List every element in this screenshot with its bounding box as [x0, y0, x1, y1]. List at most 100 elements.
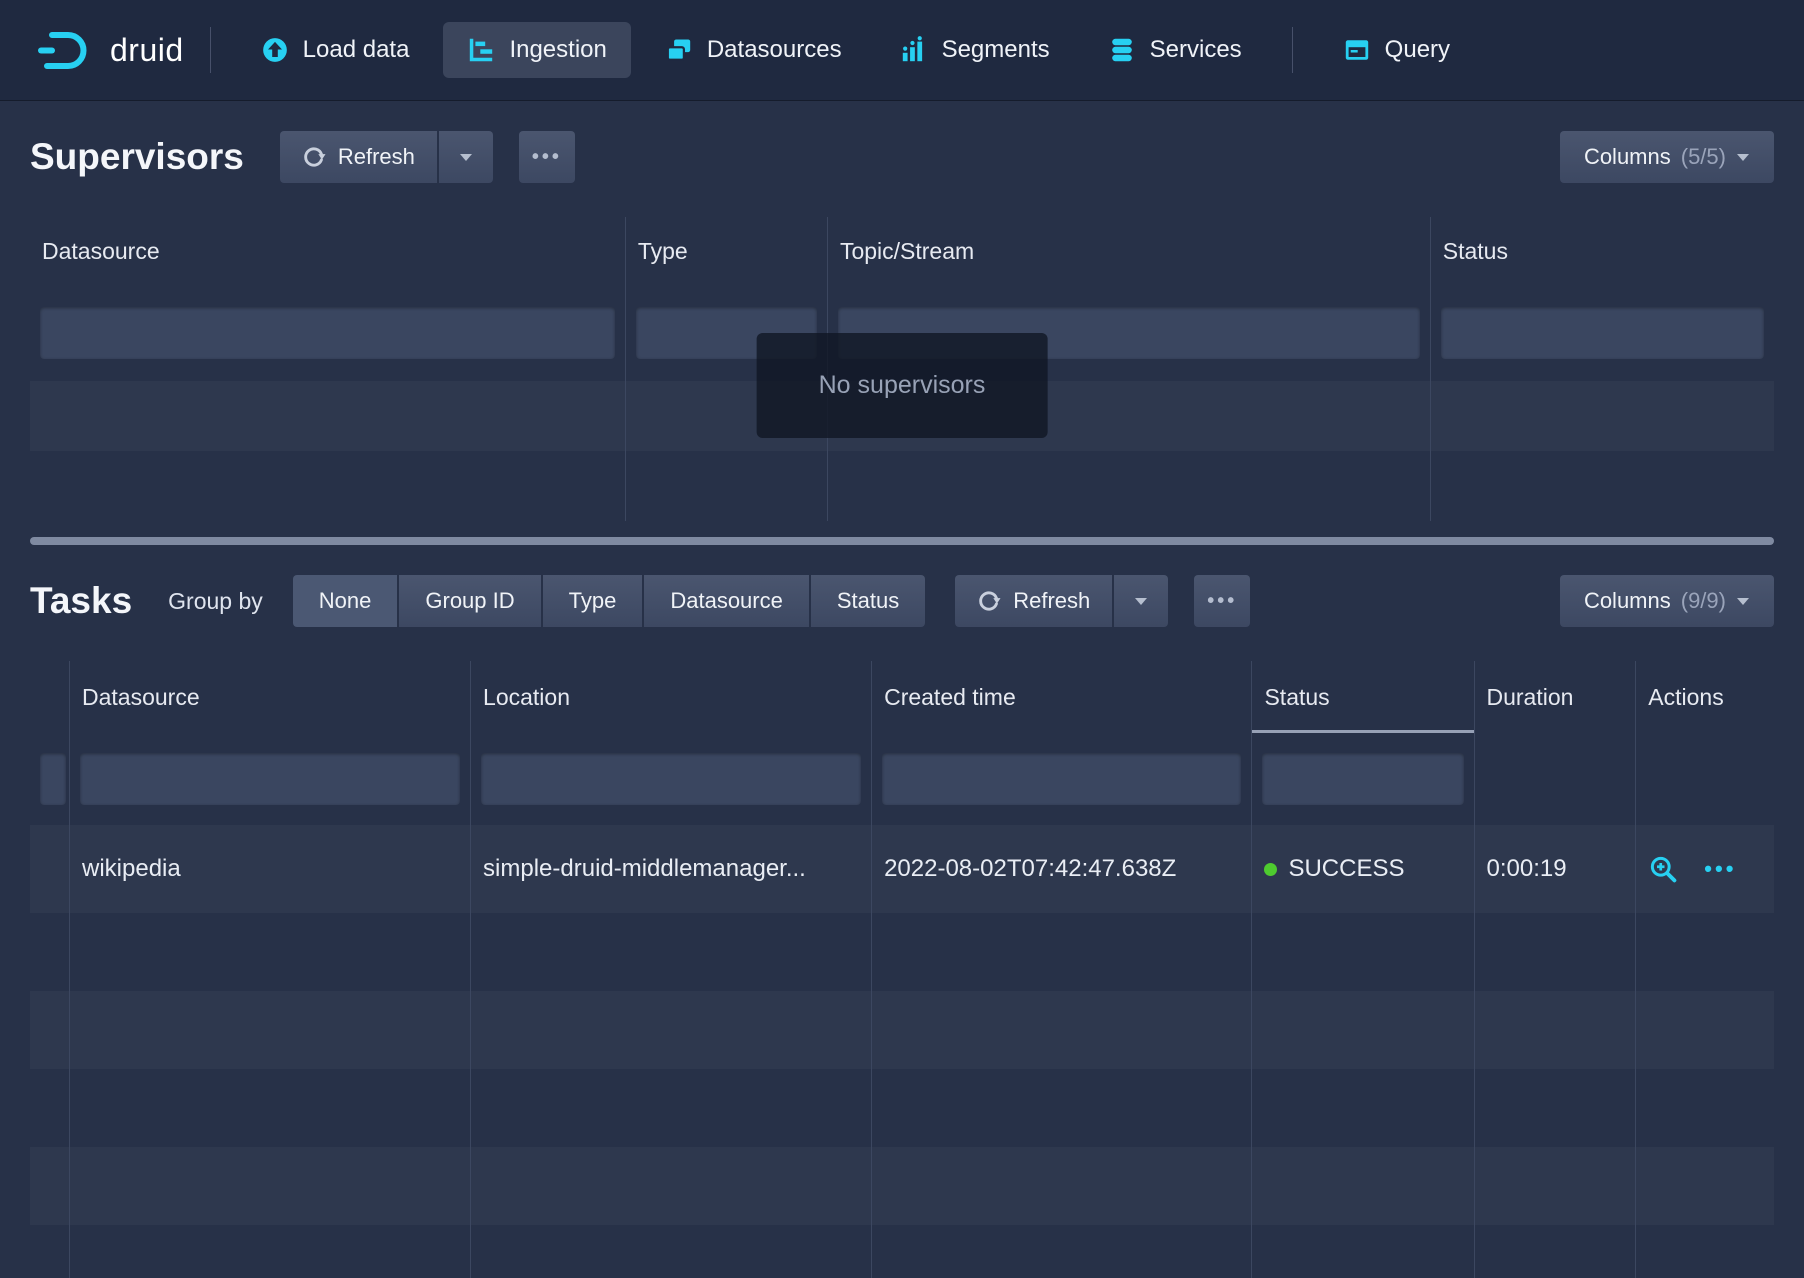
group-by-label: Group by: [168, 588, 263, 615]
tasks-filter-created-time-input[interactable]: [882, 753, 1241, 805]
horizontal-scrollbar[interactable]: [30, 537, 1774, 545]
group-by-datasource-button[interactable]: Datasource: [644, 575, 809, 627]
task-location: simple-druid-middlemanager...: [471, 825, 872, 913]
nav-label: Ingestion: [509, 36, 606, 64]
table-row: [30, 1069, 1774, 1147]
task-actions: •••: [1636, 825, 1774, 913]
columns-label: Columns: [1584, 588, 1671, 614]
refresh-label: Refresh: [1013, 588, 1090, 614]
task-status: SUCCESS: [1252, 825, 1474, 913]
nav-item-load-data[interactable]: Load data: [237, 22, 434, 78]
column-header-type[interactable]: Type: [626, 217, 828, 285]
supervisors-title: Supervisors: [30, 136, 244, 178]
brand[interactable]: druid: [36, 28, 184, 72]
nav-divider: [210, 27, 211, 73]
column-header-datasource[interactable]: Datasource: [70, 661, 471, 733]
supervisors-filter-status-input[interactable]: [1441, 307, 1764, 359]
task-datasource: wikipedia: [70, 825, 471, 913]
nav-item-datasources[interactable]: Datasources: [641, 22, 866, 78]
tasks-refresh-caret-button[interactable]: [1114, 575, 1168, 627]
supervisors-filter-datasource-input[interactable]: [40, 307, 615, 359]
nav-label: Services: [1150, 36, 1242, 64]
group-by-segmented-control: None Group ID Type Datasource Status: [293, 575, 925, 627]
column-header-actions[interactable]: Actions: [1636, 661, 1774, 733]
column-header-status[interactable]: Status: [1252, 661, 1474, 733]
main-nav: Load data Ingestion Datasources: [237, 22, 1266, 78]
refresh-icon: [977, 589, 1001, 613]
table-row: [30, 1225, 1774, 1278]
tasks-filter-row: [30, 733, 1774, 825]
columns-label: Columns: [1584, 144, 1671, 170]
no-supervisors-message: No supervisors: [757, 333, 1048, 438]
chevron-down-icon: [1736, 597, 1750, 606]
column-header-duration[interactable]: Duration: [1475, 661, 1637, 733]
tasks-header: Tasks Group by None Group ID Type Dataso…: [30, 575, 1774, 627]
supervisors-table-header: Datasource Type Topic/Stream Status: [30, 217, 1774, 285]
column-header-created-time[interactable]: Created time: [872, 661, 1252, 733]
chevron-down-icon: [1134, 597, 1148, 606]
druid-logo-icon: [36, 28, 94, 72]
tasks-filter-status-input[interactable]: [1262, 753, 1463, 805]
supervisors-table: Datasource Type Topic/Stream Status No s…: [30, 217, 1774, 521]
table-row: [30, 451, 1774, 521]
chevron-down-icon: [459, 153, 473, 162]
supervisors-columns-button[interactable]: Columns (5/5): [1560, 131, 1774, 183]
nav-label: Query: [1385, 36, 1450, 64]
supervisors-refresh-caret-button[interactable]: [439, 131, 493, 183]
tasks-table: Datasource Location Created time Status …: [30, 661, 1774, 1278]
table-row: [30, 1147, 1774, 1225]
columns-count: (9/9): [1681, 588, 1726, 614]
nav-divider: [1292, 27, 1293, 73]
column-header-topic-stream[interactable]: Topic/Stream: [828, 217, 1431, 285]
refresh-icon: [302, 145, 326, 169]
ingestion-icon: [467, 36, 495, 64]
nav-item-segments[interactable]: Segments: [876, 22, 1074, 78]
task-created-time: 2022-08-02T07:42:47.638Z: [872, 825, 1252, 913]
group-by-none-button[interactable]: None: [293, 575, 398, 627]
supervisors-more-button[interactable]: •••: [519, 131, 575, 183]
services-icon: [1108, 36, 1136, 64]
upload-icon: [261, 36, 289, 64]
tasks-filter-hidden-input[interactable]: [40, 753, 66, 805]
status-badge: SUCCESS: [1288, 855, 1404, 883]
task-duration: 0:00:19: [1475, 825, 1637, 913]
status-success-dot: [1264, 863, 1277, 876]
datasources-icon: [665, 36, 693, 64]
tasks-columns-button[interactable]: Columns (9/9): [1560, 575, 1774, 627]
table-row: [30, 913, 1774, 991]
task-row-wikipedia[interactable]: wikipedia simple-druid-middlemanager... …: [30, 825, 1774, 913]
more-icon[interactable]: •••: [1704, 856, 1736, 882]
top-nav: druid Load data Ingestion: [0, 0, 1804, 101]
tasks-refresh-button[interactable]: Refresh: [955, 575, 1112, 627]
column-header-datasource[interactable]: Datasource: [30, 217, 626, 285]
group-by-type-button[interactable]: Type: [543, 575, 643, 627]
tasks-filter-datasource-input[interactable]: [80, 753, 460, 805]
supervisors-header: Supervisors Refresh ••• Columns (5/5): [30, 131, 1774, 183]
tasks-refresh-group: Refresh: [955, 575, 1168, 627]
tasks-table-header: Datasource Location Created time Status …: [30, 661, 1774, 733]
zoom-in-icon[interactable]: [1648, 854, 1678, 884]
tasks-filter-location-input[interactable]: [481, 753, 861, 805]
nav-label: Datasources: [707, 36, 842, 64]
nav-label: Segments: [942, 36, 1050, 64]
brand-name: druid: [110, 32, 184, 69]
chevron-down-icon: [1736, 153, 1750, 162]
nav-item-ingestion[interactable]: Ingestion: [443, 22, 630, 78]
refresh-label: Refresh: [338, 144, 415, 170]
group-by-group-id-button[interactable]: Group ID: [399, 575, 540, 627]
more-icon: •••: [1207, 590, 1237, 613]
tasks-title: Tasks: [30, 580, 132, 622]
supervisors-refresh-button[interactable]: Refresh: [280, 131, 437, 183]
column-header-status[interactable]: Status: [1431, 217, 1774, 285]
nav-item-query[interactable]: Query: [1319, 22, 1474, 78]
more-icon: •••: [532, 146, 562, 169]
supervisors-refresh-group: Refresh: [280, 131, 493, 183]
tasks-more-button[interactable]: •••: [1194, 575, 1250, 627]
segments-icon: [900, 36, 928, 64]
columns-count: (5/5): [1681, 144, 1726, 170]
table-row: [30, 991, 1774, 1069]
query-icon: [1343, 36, 1371, 64]
column-header-location[interactable]: Location: [471, 661, 872, 733]
nav-item-services[interactable]: Services: [1084, 22, 1266, 78]
group-by-status-button[interactable]: Status: [811, 575, 925, 627]
